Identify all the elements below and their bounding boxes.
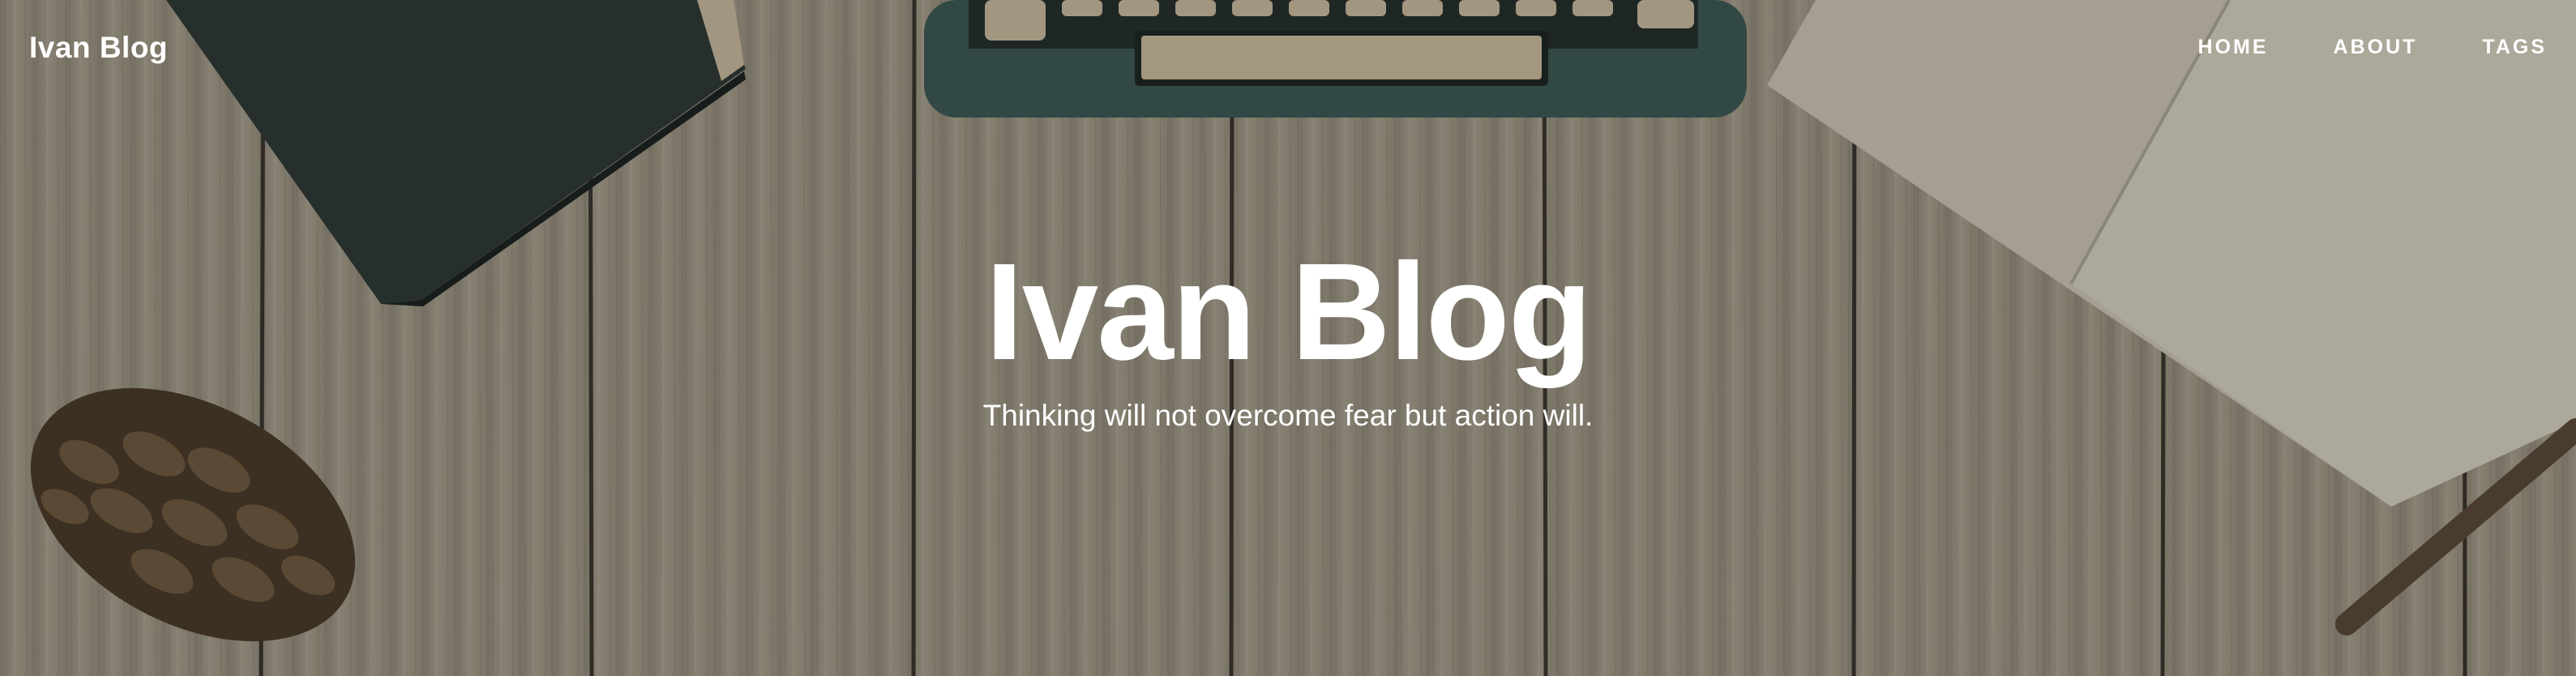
site-title: Ivan Blog — [985, 235, 1592, 389]
nav-home-link[interactable]: HOME — [2198, 36, 2269, 59]
site-subtitle: Thinking will not overcome fear but acti… — [982, 399, 1594, 432]
brand-link[interactable]: Ivan Blog — [29, 31, 168, 65]
main-nav: HOME ABOUT TAGS — [2198, 36, 2547, 59]
hero-header: Ivan Blog HOME ABOUT TAGS Ivan Blog Thin… — [0, 0, 2576, 676]
nav-tags-link[interactable]: TAGS — [2482, 36, 2547, 59]
nav-about-link[interactable]: ABOUT — [2334, 36, 2418, 59]
